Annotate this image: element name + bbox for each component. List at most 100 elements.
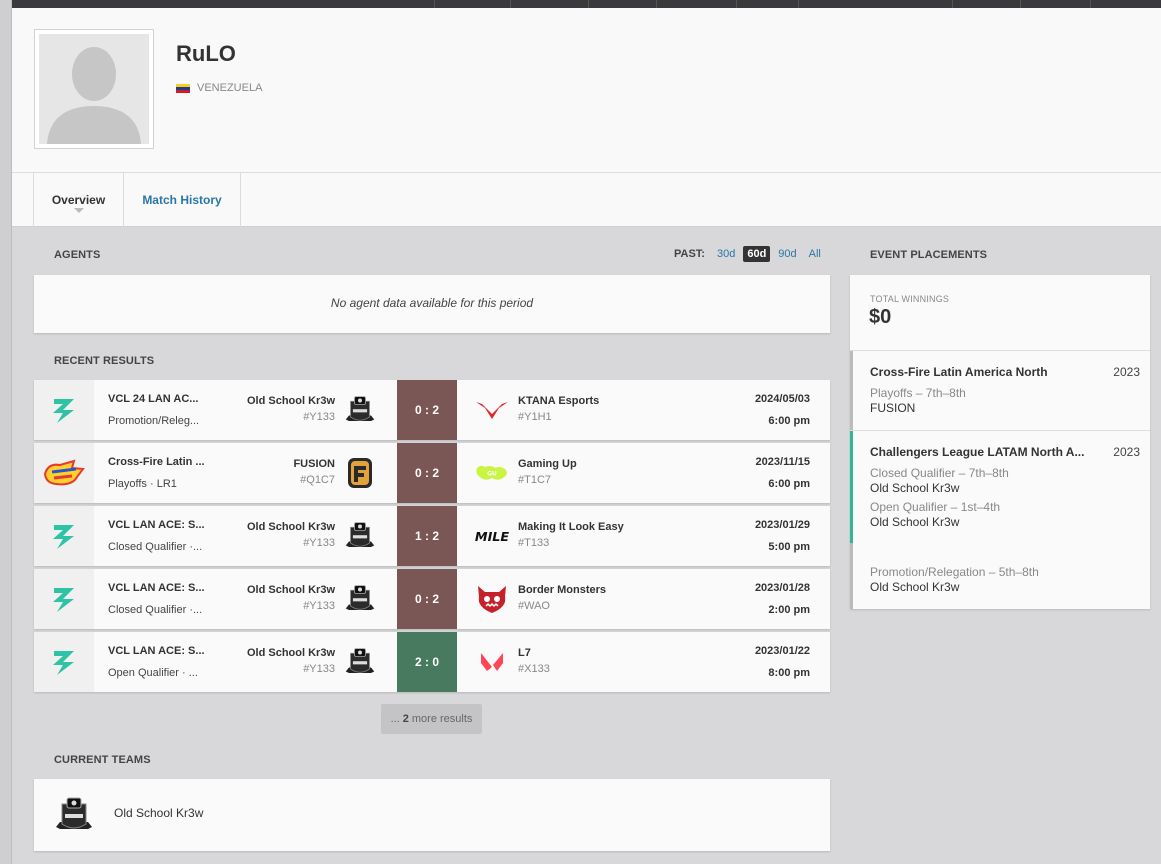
- team2-tag: #X133: [518, 663, 550, 675]
- match-event-name: VCL LAN ACE: S...: [108, 519, 205, 531]
- venezuela-flag-icon: [176, 83, 190, 93]
- user-silhouette-icon: [39, 34, 149, 144]
- old-school-kr3w-logo-icon: [54, 796, 94, 839]
- match-event-stage: Playoffs · LR1: [108, 478, 177, 490]
- old-school-kr3w-logo-icon: [344, 394, 376, 426]
- match-event-stage: Promotion/Releg...: [108, 415, 200, 427]
- placement-event-year: 2023: [1113, 445, 1140, 459]
- placement-event[interactable]: Cross-Fire Latin America North 2023 Play…: [850, 350, 1150, 430]
- left-gutter: [0, 0, 12, 864]
- team2-name: Making It Look Easy: [518, 521, 624, 533]
- team1-name: Old School Kr3w: [246, 521, 335, 533]
- team1-tag: #Y133: [303, 411, 335, 423]
- team2-name: Border Monsters: [518, 584, 607, 596]
- match-date: 2023/01/22: [754, 645, 810, 657]
- more-results-prefix: ...: [390, 713, 400, 725]
- old-school-kr3w-logo-icon: [344, 520, 376, 552]
- match-row[interactable]: VCL LAN ACE: S... Closed Qualifier ·... Ol…: [34, 506, 830, 566]
- event-placements-title: EVENT PLACEMENTS: [870, 249, 988, 261]
- team1-name: FUSION: [293, 458, 335, 470]
- making-it-look-easy-logo-icon: MILE: [475, 520, 509, 552]
- filter-60d[interactable]: 60d: [743, 246, 771, 262]
- l7-logo-icon: [475, 646, 509, 678]
- placement-event-year: 2023: [1113, 365, 1140, 379]
- match-score: 2 : 0: [397, 632, 457, 692]
- old-school-kr3w-logo-icon: [344, 583, 376, 615]
- lightning-bolt-icon: [34, 380, 94, 440]
- total-winnings-value: $0: [869, 306, 892, 328]
- lightning-bolt-icon: [34, 569, 94, 629]
- current-team-row[interactable]: Old School Kr3w: [34, 779, 830, 851]
- recent-results-title: RECENT RESULTS: [54, 355, 155, 367]
- match-date: 2023/01/28: [754, 582, 810, 594]
- team1-tag: #Y133: [303, 663, 335, 675]
- team2-name: KTANA Esports: [518, 395, 600, 407]
- placement-event[interactable]: Promotion/Relegation – 5th–8th Old Schoo…: [850, 543, 1150, 609]
- team1-tag: #Y133: [303, 600, 335, 612]
- svg-text:MILE: MILE: [475, 530, 509, 545]
- country-label: VENEZUELA: [197, 82, 263, 94]
- team1-name: Old School Kr3w: [246, 395, 335, 407]
- match-time: 2:00 pm: [768, 604, 810, 616]
- match-event-stage: Open Qualifier · ...: [108, 667, 198, 679]
- filter-label: PAST:: [674, 248, 705, 260]
- match-time: 6:00 pm: [768, 415, 810, 427]
- agents-section-title: AGENTS: [54, 249, 101, 261]
- total-winnings-label: TOTAL WINNINGS: [870, 294, 950, 304]
- team2-tag: #T133: [518, 537, 550, 549]
- match-date: 2023/01/29: [754, 519, 810, 531]
- placement-event-name: Cross-Fire Latin America North: [870, 365, 1048, 379]
- player-header: RuLO VENEZUELA: [12, 8, 1161, 172]
- avatar: [34, 29, 154, 149]
- svg-text:GU: GU: [487, 471, 497, 478]
- match-event-name: VCL 24 LAN AC...: [108, 393, 199, 405]
- lightning-bolt-icon: [34, 632, 94, 692]
- filter-all[interactable]: All: [805, 246, 825, 262]
- placement-stage: Open Qualifier – 1st–4th: [870, 500, 1001, 514]
- team2-tag: #Y1H1: [518, 411, 552, 423]
- match-row[interactable]: VCL LAN ACE: S... Open Qualifier · ... Old…: [34, 632, 830, 692]
- profile-tabs: Overview Match History: [12, 172, 1161, 227]
- placement-stage: Promotion/Relegation – 5th–8th: [870, 565, 1039, 579]
- agents-empty-message: No agent data available for this period: [330, 296, 534, 310]
- team1-name: Old School Kr3w: [246, 584, 335, 596]
- match-score: 1 : 2: [397, 506, 457, 566]
- top-nav-bar: [0, 0, 1161, 8]
- match-row[interactable]: VCL LAN ACE: S... Closed Qualifier ·... Ol…: [34, 569, 830, 629]
- lightning-bolt-icon: [34, 506, 94, 566]
- gaming-up-logo-icon: GU: [475, 457, 509, 489]
- team2-name: Gaming Up: [518, 458, 577, 470]
- placement-event[interactable]: Challengers League LATAM North A... 2023…: [850, 430, 1150, 543]
- match-date: 2024/05/03: [754, 393, 810, 405]
- tab-match-history[interactable]: Match History: [124, 173, 241, 227]
- match-event-name: VCL LAN ACE: S...: [108, 645, 205, 657]
- placement-stage: Playoffs – 7th–8th: [870, 386, 966, 400]
- match-score: 0 : 2: [397, 380, 457, 440]
- filter-30d[interactable]: 30d: [713, 246, 739, 262]
- more-results-button[interactable]: ... 2 more results: [381, 704, 482, 734]
- team2-tag: #T1C7: [518, 474, 552, 486]
- placement-event-name: Challengers League LATAM North A...: [870, 445, 1085, 459]
- ktana-logo-icon: [475, 394, 509, 426]
- more-results-suffix: more results: [411, 713, 473, 725]
- match-row[interactable]: VCL 24 LAN AC... Promotion/Releg... Old Sc…: [34, 380, 830, 440]
- match-score: 0 : 2: [397, 443, 457, 503]
- player-country: VENEZUELA: [176, 82, 262, 94]
- placement-team: Old School Kr3w: [870, 580, 960, 594]
- placement-team: Old School Kr3w: [870, 481, 960, 495]
- crossfire-logo-icon: [34, 443, 94, 503]
- placement-bar: [850, 543, 853, 609]
- placement-team: Old School Kr3w: [870, 515, 960, 529]
- filter-90d[interactable]: 90d: [774, 246, 800, 262]
- match-event-name: Cross-Fire Latin ...: [108, 456, 205, 468]
- match-time: 5:00 pm: [768, 541, 810, 553]
- agents-card: No agent data available for this period: [34, 275, 830, 333]
- match-time: 8:00 pm: [768, 667, 810, 679]
- border-monsters-logo-icon: [475, 583, 509, 615]
- current-team-name: Old School Kr3w: [114, 806, 204, 820]
- tab-overview[interactable]: Overview: [33, 173, 124, 227]
- team1-tag: #Y133: [303, 537, 335, 549]
- placement-bar: [850, 351, 853, 430]
- match-row[interactable]: Cross-Fire Latin ... Playoffs · LR1 FUSION…: [34, 443, 830, 503]
- old-school-kr3w-logo-icon: [344, 646, 376, 678]
